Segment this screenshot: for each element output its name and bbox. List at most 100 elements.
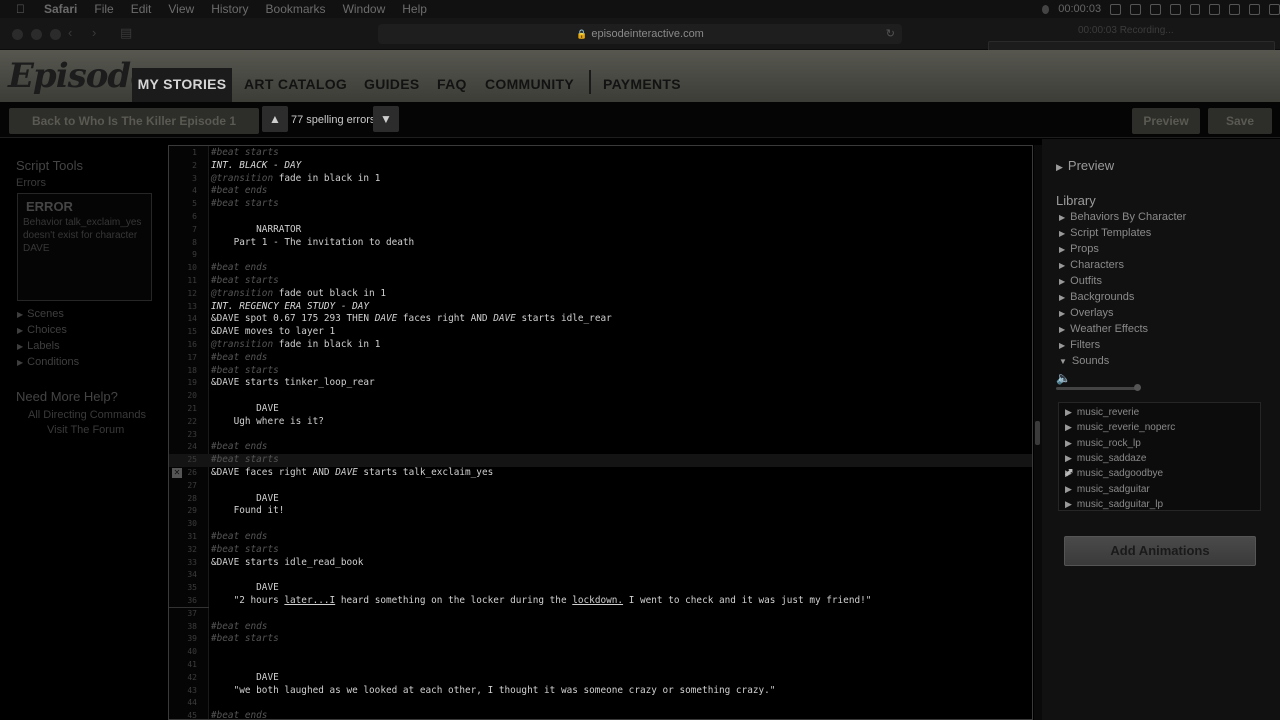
time-machine-icon[interactable]: [1110, 3, 1121, 15]
editor-line[interactable]: 4 #beat ends: [169, 185, 1032, 198]
speaker-icon[interactable]: 🔈: [1056, 371, 1071, 385]
play-icon[interactable]: ▶: [1065, 499, 1072, 509]
editor-line[interactable]: 35 DAVE: [169, 582, 1032, 595]
editor-line[interactable]: 15 &DAVE moves to layer 1: [169, 326, 1032, 339]
sidebar-icon[interactable]: ▤: [120, 25, 132, 41]
editor-line[interactable]: 30: [169, 518, 1032, 531]
apple-icon[interactable]: : [16, 2, 30, 16]
editor-line[interactable]: 42 DAVE: [169, 672, 1032, 685]
menu-bookmarks[interactable]: Bookmarks: [266, 2, 326, 16]
editor-line[interactable]: 5 #beat starts: [169, 198, 1032, 211]
nav-community[interactable]: COMMUNITY: [485, 76, 574, 92]
editor-line[interactable]: 32 #beat starts: [169, 544, 1032, 557]
editor-line[interactable]: 29 Found it!: [169, 505, 1032, 518]
menu-list-icon[interactable]: [1269, 3, 1280, 15]
library-item-sounds[interactable]: ▼ Sounds: [1059, 355, 1109, 367]
editor-line[interactable]: 38 #beat ends: [169, 621, 1032, 634]
editor-line[interactable]: 36 "2 hours later...I heard something on…: [169, 595, 1032, 608]
editor-line[interactable]: 44: [169, 697, 1032, 710]
scrollbar-thumb[interactable]: [1035, 421, 1040, 445]
volume-slider-handle[interactable]: [1134, 384, 1141, 391]
airplay-icon[interactable]: [1169, 3, 1181, 15]
sound-item[interactable]: ▶ music_sadgoodbye: [1065, 468, 1163, 479]
editor-line[interactable]: 40: [169, 646, 1032, 659]
editor-line[interactable]: 24 #beat ends: [169, 441, 1032, 454]
flag-icon[interactable]: [1229, 3, 1241, 15]
sound-item[interactable]: ▶ music_sadguitar: [1065, 484, 1150, 495]
editor-line[interactable]: 41: [169, 659, 1032, 672]
editor-line[interactable]: 23: [169, 429, 1032, 442]
menu-help[interactable]: Help: [402, 2, 427, 16]
editor-line[interactable]: 9: [169, 249, 1032, 262]
editor-line[interactable]: 39 #beat starts: [169, 633, 1032, 646]
editor-line[interactable]: 17 #beat ends: [169, 352, 1032, 365]
sound-item[interactable]: ▶ music_reverie: [1065, 407, 1139, 418]
editor-line[interactable]: 10 #beat ends: [169, 262, 1032, 275]
tree-item-choices[interactable]: ▶ Choices: [17, 324, 67, 336]
editor-line[interactable]: 7 NARRATOR: [169, 224, 1032, 237]
reload-icon[interactable]: ↻: [886, 27, 895, 40]
sound-item[interactable]: ▶ music_reverie_noperc: [1065, 422, 1175, 433]
menu-window[interactable]: Window: [343, 2, 386, 16]
preview-section-toggle[interactable]: ▶ Preview: [1056, 158, 1114, 173]
editor-line[interactable]: 13 INT. REGENCY ERA STUDY - DAY: [169, 301, 1032, 314]
minimize-window-button[interactable]: [31, 29, 42, 40]
forward-arrow-icon[interactable]: ›: [92, 25, 96, 40]
address-bar[interactable]: 🔒 episodeinteractive.com ↻: [378, 24, 902, 44]
nav-guides[interactable]: GUIDES: [364, 76, 419, 92]
editor-scrollbar[interactable]: [1034, 145, 1042, 720]
close-window-button[interactable]: [12, 29, 23, 40]
next-error-button[interactable]: ▼: [373, 106, 399, 132]
script-editor[interactable]: 1 #beat starts 2 INT. BLACK - DAY 3 @transiti…: [168, 145, 1033, 720]
editor-line[interactable]: 1 #beat starts: [169, 147, 1032, 160]
library-item-weather-effects[interactable]: ▶ Weather Effects: [1059, 323, 1148, 335]
nav-payments[interactable]: PAYMENTS: [603, 76, 681, 92]
library-item-characters[interactable]: ▶ Characters: [1059, 259, 1124, 271]
bluetooth-icon[interactable]: [1129, 3, 1141, 15]
directing-commands-link[interactable]: All Directing Commands: [28, 409, 146, 421]
editor-line[interactable]: 26 ✕ &DAVE faces right AND DAVE starts tal…: [169, 467, 1032, 480]
editor-line[interactable]: 22 Ugh where is it?: [169, 416, 1032, 429]
editor-line[interactable]: 28 DAVE: [169, 493, 1032, 506]
tree-item-labels[interactable]: ▶ Labels: [17, 340, 60, 352]
editor-line[interactable]: 25 #beat starts: [169, 454, 1032, 467]
sound-list[interactable]: ▶ music_reverie ▶ music_reverie_noperc ▶ musi…: [1058, 402, 1261, 511]
add-animations-button[interactable]: Add Animations: [1064, 536, 1256, 566]
editor-line[interactable]: 43 "we both laughed as we looked at each…: [169, 685, 1032, 698]
editor-line[interactable]: 34: [169, 569, 1032, 582]
episode-logo[interactable]: Episode: [8, 56, 152, 96]
editor-line[interactable]: 2 INT. BLACK - DAY: [169, 160, 1032, 173]
volume-icon[interactable]: [1189, 3, 1201, 15]
zoom-window-button[interactable]: [50, 29, 61, 40]
play-icon[interactable]: ▶: [1065, 422, 1072, 432]
visit-forum-link[interactable]: Visit The Forum: [47, 424, 124, 436]
previous-error-button[interactable]: ▲: [262, 106, 288, 132]
editor-line[interactable]: 21 DAVE: [169, 403, 1032, 416]
back-to-episode-button[interactable]: Back to Who Is The Killer Episode 1: [9, 108, 259, 134]
editor-line[interactable]: 14 &DAVE spot 0.67 175 293 THEN DAVE face…: [169, 313, 1032, 326]
volume-slider[interactable]: [1056, 387, 1136, 390]
editor-line[interactable]: 12 @transition fade out black in 1: [169, 288, 1032, 301]
battery-icon[interactable]: [1209, 3, 1221, 15]
editor-line[interactable]: 18 #beat starts: [169, 365, 1032, 378]
tree-item-conditions[interactable]: ▶ Conditions: [17, 356, 79, 368]
nav-art-catalog[interactable]: ART CATALOG: [244, 76, 347, 92]
sound-item[interactable]: ▶ music_rock_lp: [1065, 438, 1141, 449]
tree-item-scenes[interactable]: ▶ Scenes: [17, 308, 64, 320]
recording-icon[interactable]: [1042, 4, 1050, 14]
library-item-outfits[interactable]: ▶ Outfits: [1059, 275, 1102, 287]
editor-line[interactable]: 37: [169, 608, 1032, 621]
editor-line[interactable]: 6: [169, 211, 1032, 224]
menu-history[interactable]: History: [211, 2, 248, 16]
editor-line[interactable]: 27: [169, 480, 1032, 493]
error-marker-icon[interactable]: ✕: [172, 468, 182, 478]
editor-line[interactable]: 8 Part 1 - The invitation to death: [169, 237, 1032, 250]
sound-item[interactable]: ▶ music_sadguitar_lp: [1065, 499, 1163, 510]
editor-line[interactable]: 33 &DAVE starts idle_read_book: [169, 557, 1032, 570]
menu-view[interactable]: View: [168, 2, 194, 16]
search-icon[interactable]: [1249, 3, 1261, 15]
library-item-props[interactable]: ▶ Props: [1059, 243, 1099, 255]
editor-line[interactable]: 19 &DAVE starts tinker_loop_rear: [169, 377, 1032, 390]
play-icon[interactable]: ▶: [1065, 438, 1072, 448]
library-item-script-templates[interactable]: ▶ Script Templates: [1059, 227, 1151, 239]
